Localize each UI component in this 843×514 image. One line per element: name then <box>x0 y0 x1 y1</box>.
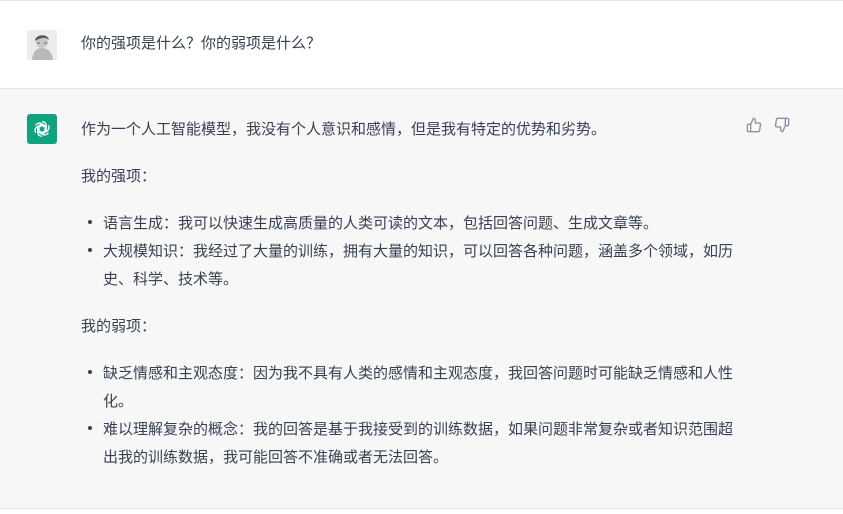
thumbs-up-icon <box>746 117 762 133</box>
assistant-avatar <box>27 114 57 144</box>
thumbs-down-button[interactable] <box>773 116 791 134</box>
openai-logo-icon <box>34 121 50 137</box>
answer-intro: 作为一个人工智能模型，我没有个人意识和感情，但是我有特定的优势和劣势。 <box>81 120 607 138</box>
thumbs-down-icon <box>774 117 790 133</box>
strengths-heading: 我的强项： <box>81 167 157 185</box>
strengths-list: 语言生成：我可以快速生成高质量的人类可读的文本，包括回答问题、生成文章等。 大规… <box>81 209 741 293</box>
assistant-answer: 作为一个人工智能模型，我没有个人意识和感情，但是我有特定的优势和劣势。 我的强项… <box>81 115 741 490</box>
user-message-text: 你的强项是什么？你的弱项是什么？ <box>81 34 322 52</box>
assistant-message-row: 作为一个人工智能模型，我没有个人意识和感情，但是我有特定的优势和劣势。 我的强项… <box>0 89 843 509</box>
list-item: 缺乏情感和主观态度：因为我不具有人类的感情和主观态度，我回答问题时可能缺乏情感和… <box>88 359 741 415</box>
bottom-spacer <box>0 509 843 514</box>
weaknesses-list: 缺乏情感和主观态度：因为我不具有人类的感情和主观态度，我回答问题时可能缺乏情感和… <box>81 359 741 471</box>
list-item: 难以理解复杂的概念：我的回答是基于我接受到的训练数据，如果问题非常复杂或者知识范… <box>88 415 741 471</box>
user-avatar-photo <box>27 30 57 60</box>
list-item: 大规模知识：我经过了大量的训练，拥有大量的知识，可以回答各种问题，涵盖多个领域，… <box>88 237 741 293</box>
user-message-row: 你的强项是什么？你的弱项是什么？ <box>0 5 843 89</box>
top-divider <box>0 0 843 4</box>
weaknesses-heading: 我的弱项： <box>81 317 157 335</box>
user-avatar <box>27 30 57 60</box>
thumbs-up-button[interactable] <box>745 116 763 134</box>
list-item: 语言生成：我可以快速生成高质量的人类可读的文本，包括回答问题、生成文章等。 <box>88 209 741 237</box>
